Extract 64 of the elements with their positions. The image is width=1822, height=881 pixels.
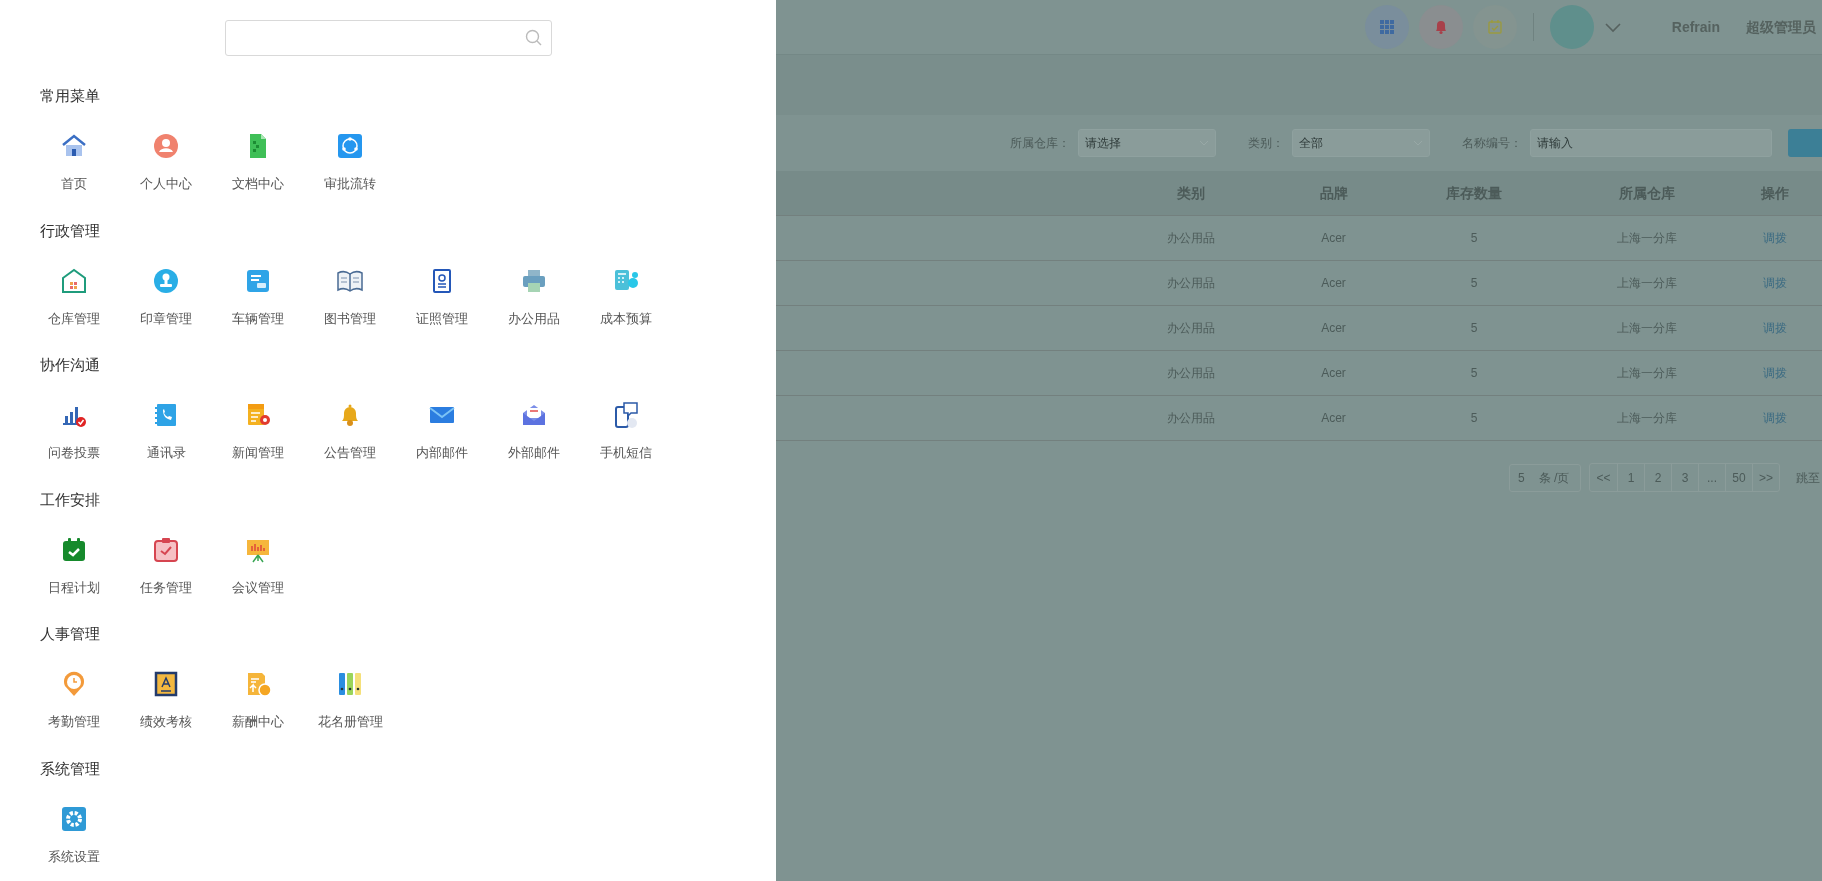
menu-item[interactable]: 问卷投票: [28, 401, 120, 463]
stamp-icon: [152, 266, 180, 295]
cycle-icon: [336, 132, 364, 160]
gear-icon: [60, 804, 88, 833]
menu-item[interactable]: 文档中心: [212, 132, 304, 194]
menu-item[interactable]: 手机短信: [580, 401, 672, 463]
table-cell-text: Acer: [1320, 320, 1347, 337]
menu-item[interactable]: 办公用品: [488, 266, 580, 328]
notifications-button[interactable]: [1418, 5, 1463, 49]
menu-item[interactable]: 会议管理: [212, 535, 304, 597]
menu-item[interactable]: 薪酬中心: [212, 670, 304, 732]
menu-item[interactable]: 通讯录: [120, 401, 212, 463]
section-title: 工作安排: [39, 489, 101, 510]
menu-item[interactable]: 仓库管理: [28, 266, 120, 328]
section-title: 系统管理: [39, 758, 101, 779]
input-field[interactable]: 请输入: [1530, 129, 1772, 157]
table-cell-text: 5: [1469, 275, 1479, 292]
table-cell-text: Acer: [1320, 275, 1347, 292]
document-letter-icon: [152, 670, 180, 698]
calendar-icon: [60, 535, 88, 564]
menu-item[interactable]: 内部邮件: [396, 401, 488, 463]
person-icon: [152, 132, 180, 160]
menu-item[interactable]: 印章管理: [120, 266, 212, 328]
phone-chat-icon: [612, 401, 640, 429]
table-cell-text: Acer: [1320, 230, 1347, 247]
apps-button[interactable]: [1364, 5, 1409, 49]
menu-item[interactable]: 日程计划: [28, 535, 120, 597]
table-cell-text: Acer: [1320, 410, 1347, 427]
calendar-icon: [1486, 19, 1503, 35]
menu-item[interactable]: 个人中心: [120, 132, 212, 194]
table-cell-text: 5: [1469, 230, 1479, 247]
table-cell-text: 5: [1469, 410, 1479, 427]
chevron-down-icon[interactable]: [1603, 21, 1622, 33]
menu-item[interactable]: 任务管理: [120, 535, 212, 597]
search-icon[interactable]: [524, 29, 543, 47]
table-cell-text: 5: [1469, 320, 1479, 337]
section-title: 行政管理: [39, 220, 101, 241]
grid-icon: [1378, 19, 1395, 35]
menu-item[interactable]: 绩效考核: [120, 670, 212, 732]
binders-icon: [336, 670, 364, 698]
search-field[interactable]: [224, 20, 552, 56]
section-title: 人事管理: [39, 624, 101, 644]
search-button[interactable]: [1788, 129, 1822, 157]
menu-item[interactable]: 证照管理: [396, 266, 488, 328]
menu-item[interactable]: 成本预算: [580, 266, 672, 328]
menu-item[interactable]: 首页: [28, 132, 120, 194]
menu-item[interactable]: 审批流转: [304, 132, 396, 194]
clipboard-icon: [152, 535, 180, 564]
menu-item[interactable]: 车辆管理: [212, 266, 304, 328]
section-title: 协作沟通: [39, 355, 101, 375]
table-cell-text: Acer: [1320, 365, 1347, 382]
select-field[interactable]: 请选择: [1078, 129, 1216, 157]
menu-item[interactable]: 系统设置: [28, 804, 120, 866]
avatar[interactable]: [1549, 5, 1594, 49]
menu-item[interactable]: 考勤管理: [28, 670, 120, 732]
menu-item[interactable]: 图书管理: [304, 266, 396, 328]
section-title: 常用菜单: [39, 86, 101, 106]
warehouse-icon: [60, 266, 88, 295]
menu-item[interactable]: 花名册管理: [304, 670, 396, 732]
menu-item[interactable]: 新闻管理: [212, 401, 304, 463]
menu-item[interactable]: 外部邮件: [488, 401, 580, 463]
table-cell-text: 5: [1469, 365, 1479, 382]
select-field[interactable]: 全部: [1292, 129, 1430, 157]
menu-item[interactable]: 公告管理: [304, 401, 396, 463]
